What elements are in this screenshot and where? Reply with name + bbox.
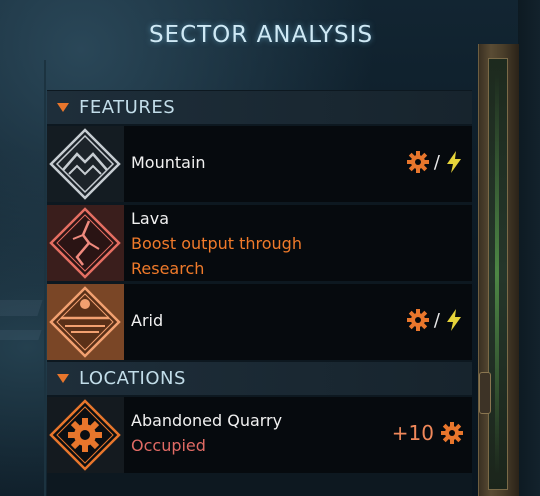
rail-glow [495,74,499,474]
panel-title: SECTOR ANALYSIS [148,22,374,48]
industry-gear-icon [406,151,429,173]
location-yield: +10 [392,421,464,445]
feature-note: Boost output through [131,234,302,253]
features-header-label: FEATURES [79,97,176,118]
feature-yields: / [406,308,464,332]
energy-bolt-icon [447,151,461,173]
feature-name: Arid [131,311,164,330]
screen-edge [518,0,540,496]
energy-bolt-icon [447,309,461,331]
location-status: Occupied [131,436,206,455]
background-strut [0,330,42,340]
feature-note: Research [131,259,205,278]
yield-separator: / [433,309,440,331]
collapse-triangle-icon [57,103,69,112]
feature-row-mountain[interactable]: Mountain / [47,126,472,202]
lava-icon [47,205,124,281]
scroll-rail[interactable] [478,44,519,496]
feature-row-arid[interactable]: Arid / [47,284,472,360]
feature-yields: / [406,150,464,174]
industry-gear-icon [441,422,463,444]
rail-knob[interactable] [479,372,491,414]
arid-icon [47,284,124,360]
background-strut [0,300,43,316]
locations-section-header[interactable]: LOCATIONS [47,362,472,395]
location-bonus: +10 [391,421,434,445]
collapse-triangle-icon [57,374,69,383]
feature-row-lava[interactable]: Lava Boost output through Research [47,205,472,281]
location-row-abandoned-quarry[interactable]: Abandoned Quarry Occupied +10 [47,397,472,473]
yield-separator: / [433,151,440,173]
industry-gear-icon [406,309,429,331]
mountain-icon [47,126,124,202]
gear-icon [47,397,124,473]
frame-line [44,60,46,496]
locations-header-label: LOCATIONS [79,368,186,389]
feature-name: Mountain [131,153,206,172]
location-name: Abandoned Quarry [131,411,283,430]
feature-name: Lava [131,209,169,228]
features-section-header[interactable]: FEATURES [47,91,472,124]
